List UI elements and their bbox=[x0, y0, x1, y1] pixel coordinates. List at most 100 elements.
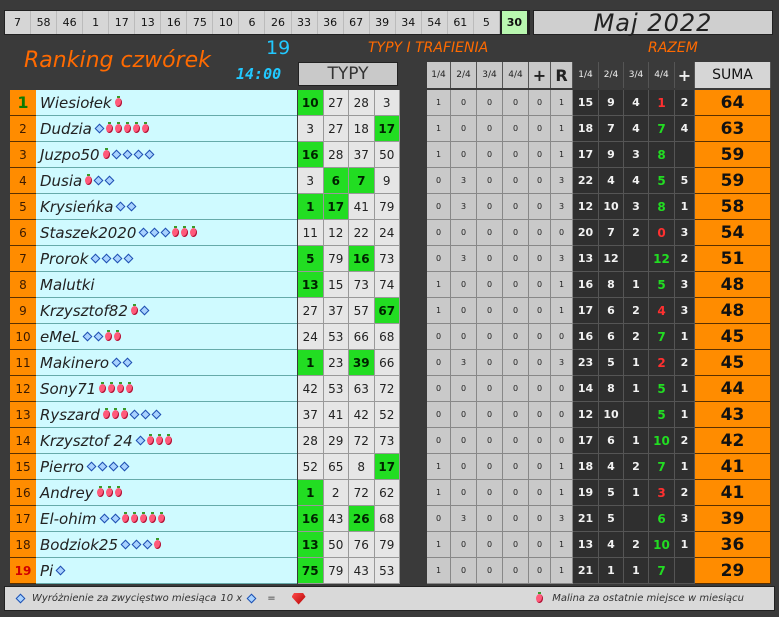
drawn-number: 33 bbox=[292, 11, 318, 34]
suma-cell: 45 bbox=[695, 324, 771, 350]
trafienia-cell: 0 bbox=[477, 272, 503, 298]
suma-cell: 41 bbox=[695, 454, 771, 480]
trafienia-cell: 1 bbox=[551, 532, 573, 558]
trafienia-cell: 0 bbox=[451, 142, 477, 168]
trafienia-cell: 0 bbox=[477, 402, 503, 428]
award-symbols bbox=[102, 148, 155, 160]
player-name: Andrey bbox=[40, 483, 94, 502]
typy-row: 42 53 63 72 bbox=[298, 376, 400, 402]
player-name-cell: Bodziok25 bbox=[36, 532, 297, 558]
trafienia-cell: 3 bbox=[451, 506, 477, 532]
typy-cell: 79 bbox=[374, 194, 400, 220]
razem-cell: 19 bbox=[573, 480, 599, 506]
trafienia-cell: 1 bbox=[427, 298, 451, 324]
raspberry-icon bbox=[114, 486, 122, 497]
razem-cell: 10 bbox=[649, 532, 675, 558]
typy-row: 13 50 76 79 bbox=[298, 532, 400, 558]
typy-cell: 72 bbox=[349, 480, 375, 506]
raspberry-icon bbox=[141, 122, 149, 133]
raspberry-icon bbox=[126, 382, 134, 393]
trafienia-cell: 0 bbox=[477, 428, 503, 454]
legend-last: Malina za ostatnie miejsce w miesiącu bbox=[535, 592, 744, 604]
drawn-number: 26 bbox=[265, 11, 292, 34]
diamond-icon bbox=[129, 409, 140, 420]
drawn-number: 54 bbox=[422, 11, 448, 34]
rank-cell: 18 bbox=[10, 532, 36, 558]
trafienia-cell: 0 bbox=[451, 428, 477, 454]
typy-row: 16 43 26 68 bbox=[298, 506, 400, 532]
trafienia-cell: 0 bbox=[427, 402, 451, 428]
razem-cell: 4 bbox=[624, 90, 649, 116]
typy-cell: 37 bbox=[349, 142, 375, 168]
diamond-icon bbox=[144, 149, 155, 160]
player-name: Malutki bbox=[40, 275, 95, 294]
razem-cell: 1 bbox=[624, 350, 649, 376]
diamond-icon bbox=[149, 227, 160, 238]
trafienia-cell: 0 bbox=[503, 506, 529, 532]
trafienia-cell: 0 bbox=[551, 376, 573, 402]
typy-cell: 16 bbox=[349, 246, 375, 272]
trafienia-cell: 0 bbox=[503, 324, 529, 350]
trafienia-cell: 0 bbox=[503, 402, 529, 428]
typy-cell: 67 bbox=[374, 298, 400, 324]
player-name-cell: Andrey bbox=[36, 480, 297, 506]
rank-cell: 12 bbox=[10, 376, 36, 402]
typy-cell: 39 bbox=[349, 350, 375, 376]
razem-cell: 1 bbox=[624, 272, 649, 298]
award-symbols bbox=[102, 408, 162, 420]
razem-cell: 8 bbox=[599, 376, 624, 402]
raspberry-icon bbox=[117, 382, 125, 393]
typy-cell: 12 bbox=[323, 220, 349, 246]
razem-cell: 5 bbox=[649, 168, 675, 194]
stats-header-cell: + bbox=[529, 62, 551, 88]
typy-cell: 65 bbox=[323, 454, 349, 480]
trafienia-cell: 0 bbox=[503, 376, 529, 402]
trafienia-cell: 3 bbox=[551, 168, 573, 194]
stats-row: 1 0 0 0 0 1 17 6 2 4 3 48 bbox=[427, 298, 771, 324]
typy-cell: 27 bbox=[298, 298, 324, 324]
typy-cell: 28 bbox=[349, 90, 375, 116]
razem-cell bbox=[624, 246, 649, 272]
raspberry-icon bbox=[96, 486, 104, 497]
stats-row: 1 0 0 0 0 1 19 5 1 3 2 41 bbox=[427, 480, 771, 506]
razem-cell: 1 bbox=[624, 428, 649, 454]
player-name: Sony71 bbox=[40, 379, 97, 398]
drawn-number: 58 bbox=[31, 11, 58, 34]
typy-cell: 74 bbox=[374, 272, 400, 298]
trafienia-cell: 0 bbox=[477, 376, 503, 402]
stats-row: 0 0 0 0 0 0 17 6 1 10 2 42 bbox=[427, 428, 771, 454]
razem-cell: 5 bbox=[599, 350, 624, 376]
razem-cell: 15 bbox=[573, 90, 599, 116]
rank-cell: 2 bbox=[10, 116, 36, 142]
suma-cell: 59 bbox=[695, 142, 771, 168]
typy-cell: 43 bbox=[323, 506, 349, 532]
typy-cell: 26 bbox=[349, 506, 375, 532]
raspberry-icon bbox=[181, 226, 189, 237]
raspberry-icon bbox=[164, 434, 172, 445]
typy-cell: 18 bbox=[349, 116, 375, 142]
stats-row: 1 0 0 0 0 1 13 4 2 10 1 36 bbox=[427, 532, 771, 558]
typy-row: 37 41 42 52 bbox=[298, 402, 400, 428]
player-name: Pierro bbox=[40, 457, 84, 476]
rank-cell: 9 bbox=[10, 298, 36, 324]
typy-cell: 11 bbox=[298, 220, 324, 246]
stats-header-cell: 3/4 bbox=[477, 62, 503, 88]
rank-cell: 17 bbox=[10, 506, 36, 532]
diamond-icon bbox=[151, 409, 162, 420]
drawn-number: 36 bbox=[318, 11, 344, 34]
stats-row: 1 0 0 0 0 1 17 9 3 8 59 bbox=[427, 142, 771, 168]
award-symbols bbox=[111, 357, 133, 368]
razem-cell: 17 bbox=[573, 298, 599, 324]
raspberry-icon bbox=[114, 96, 122, 107]
trafienia-cell: 3 bbox=[451, 168, 477, 194]
page-title: Ranking czwórek bbox=[24, 48, 211, 73]
drawn-number: 61 bbox=[448, 11, 474, 34]
raspberry-icon bbox=[104, 330, 112, 341]
trafienia-cell: 0 bbox=[529, 90, 551, 116]
diamond-icon bbox=[112, 253, 123, 264]
trafienia-cell: 0 bbox=[477, 168, 503, 194]
stats-header-cell: 2/4 bbox=[451, 62, 477, 88]
razem-cell: 22 bbox=[573, 168, 599, 194]
typy-cell: 23 bbox=[323, 350, 349, 376]
raspberry-icon bbox=[148, 512, 156, 523]
